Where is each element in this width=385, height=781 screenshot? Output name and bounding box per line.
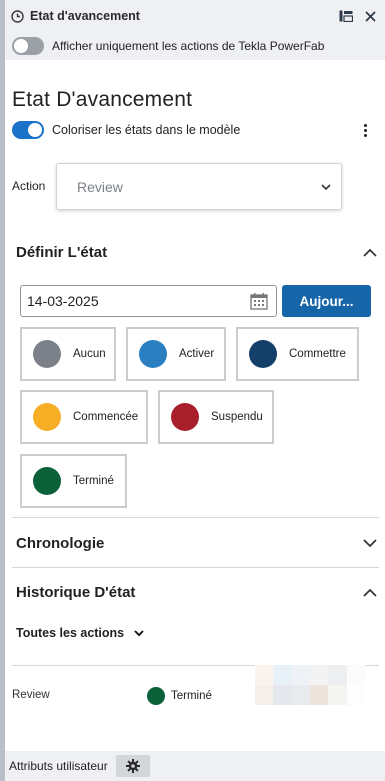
state-color-dot — [33, 467, 61, 495]
history-user-avatar — [255, 665, 365, 705]
powerfab-toggle-label: Afficher uniquement les actions de Tekla… — [52, 39, 325, 53]
powerfab-filter-row: Afficher uniquement les actions de Tekla… — [5, 32, 385, 60]
define-state-title: Définir L'état — [16, 243, 108, 261]
state-color-dot — [139, 340, 167, 368]
history-row-state: Terminé — [147, 687, 212, 705]
dock-icon[interactable] — [337, 7, 355, 25]
define-state-header[interactable]: Définir L'état — [16, 240, 380, 264]
state-label: Terminé — [73, 475, 114, 487]
action-select-value: Review — [77, 178, 123, 195]
state-button-termine[interactable]: Terminé — [20, 454, 127, 508]
state-color-dot — [33, 340, 61, 368]
state-label: Suspendu — [211, 411, 263, 423]
chevron-up-icon[interactable] — [360, 582, 380, 602]
footer-bar: Attributs utilisateur — [5, 751, 385, 781]
history-filter-dropdown[interactable]: Toutes les actions — [16, 624, 144, 642]
history-state-label: Terminé — [171, 690, 212, 702]
chevron-down-icon — [321, 178, 331, 196]
panel-content: Etat D'avancement Coloriser les états da… — [5, 60, 385, 751]
chevron-up-icon[interactable] — [360, 242, 380, 262]
chevron-down-icon[interactable] — [360, 533, 380, 553]
close-icon[interactable] — [361, 7, 379, 25]
action-select[interactable]: Review — [56, 163, 342, 210]
toggle-knob — [14, 39, 28, 53]
more-options-icon[interactable] — [358, 123, 372, 137]
panel-title: Etat d'avancement — [30, 9, 140, 23]
state-label: Commettre — [289, 348, 346, 360]
history-filter-label: Toutes les actions — [16, 626, 125, 640]
powerfab-toggle[interactable] — [12, 37, 44, 55]
timeline-title: Chronologie — [16, 534, 105, 552]
history-row-action: Review — [12, 689, 50, 701]
gear-icon[interactable] — [115, 755, 150, 777]
state-color-dot — [33, 403, 61, 431]
chevron-down-icon — [134, 624, 144, 642]
timeline-header[interactable]: Chronologie — [16, 531, 380, 555]
toggle-knob — [28, 123, 42, 137]
state-color-dot — [171, 403, 199, 431]
state-label: Commencée — [73, 411, 139, 423]
history-state-dot — [147, 687, 165, 705]
today-button[interactable]: Aujour... — [282, 285, 371, 317]
colorize-row: Coloriser les états dans le modèle — [12, 121, 382, 139]
state-button-activer[interactable]: Activer — [126, 327, 226, 381]
state-button-suspendu[interactable]: Suspendu — [158, 390, 274, 444]
state-button-aucun[interactable]: Aucun — [20, 327, 116, 381]
history-title: Historique D'état — [16, 583, 136, 601]
colorize-label: Coloriser les états dans le modèle — [52, 123, 241, 137]
state-button-commencee[interactable]: Commencée — [20, 390, 148, 444]
state-color-dot — [249, 340, 277, 368]
action-label: Action — [12, 179, 46, 193]
state-button-commettre[interactable]: Commettre — [236, 327, 359, 381]
state-label: Activer — [179, 348, 215, 360]
progress-icon — [11, 9, 25, 23]
state-label: Aucun — [73, 348, 106, 360]
date-input[interactable]: 14-03-2025 — [20, 285, 277, 317]
date-value: 14-03-2025 — [27, 293, 99, 309]
page-title: Etat D'avancement — [12, 88, 193, 111]
colorize-toggle[interactable] — [12, 121, 44, 139]
panel-titlebar: Etat d'avancement — [5, 0, 385, 32]
user-attributes-label: Attributs utilisateur — [9, 759, 108, 773]
history-header[interactable]: Historique D'état — [16, 580, 380, 604]
section-divider — [12, 567, 379, 568]
section-divider — [12, 517, 379, 518]
calendar-icon[interactable] — [250, 292, 268, 310]
